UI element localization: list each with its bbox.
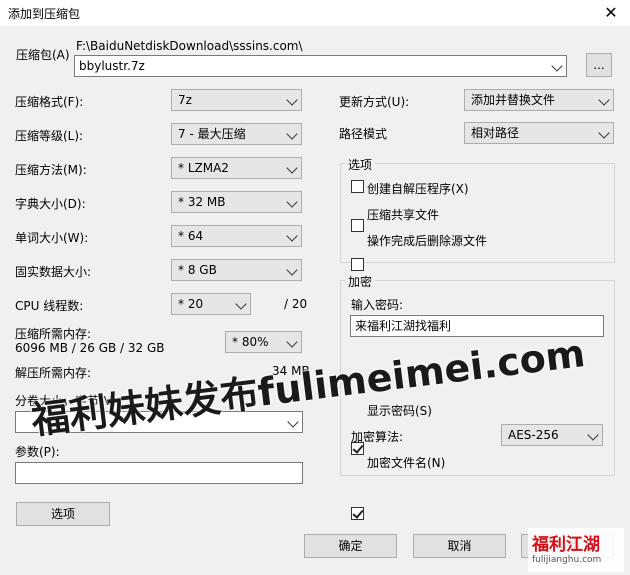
sfx-label: 创建自解压程序(X) [367,182,469,196]
show-password-label: 显示密码(S) [367,404,432,418]
method-label: 压缩方法(M): [15,163,87,177]
threads-label: CPU 线程数: [15,299,84,313]
encrypt-names-checkbox[interactable] [351,507,364,520]
archive-label: 压缩包(A) [16,48,70,62]
chevron-down-icon [551,60,563,72]
path-mode-select[interactable]: 相对路径 [464,122,614,144]
solid-label: 固实数据大小: [15,265,92,279]
word-select[interactable]: * 64 [171,225,302,247]
chevron-down-icon [286,336,298,348]
shared-checkbox[interactable] [351,219,364,232]
dict-select[interactable]: * 32 MB [171,191,302,213]
level-label: 压缩等级(L): [15,129,84,143]
chevron-down-icon [286,94,298,106]
browse-button[interactable]: ... [586,53,612,77]
path-mode-label: 路径模式 [339,127,388,141]
level-select[interactable]: 7 - 最大压缩 [171,123,302,145]
params-label: 参数(P): [15,445,60,459]
window-title: 添加到压缩包 [8,7,81,21]
chevron-down-icon [598,127,610,139]
delete-checkbox[interactable] [351,258,364,271]
brand-name: 福利江湖 [532,535,600,555]
algo-select[interactable]: AES-256 [501,424,603,446]
mem-compress-select[interactable]: * 80% [225,331,302,353]
archive-name-input[interactable]: bbylustr.7z [74,55,567,77]
params-input[interactable] [15,462,303,484]
sfx-checkbox[interactable] [351,180,364,193]
mem-compress-label: 压缩所需内存: [15,327,92,341]
dict-label: 字典大小(D): [15,197,86,211]
title-bar [0,0,630,26]
chevron-down-icon [587,429,599,441]
close-icon[interactable]: ✕ [600,3,622,23]
mem-decompress-label: 解压所需内存: [15,366,92,380]
threads-select[interactable]: * 20 [171,293,251,315]
word-label: 单词大小(W): [15,231,89,245]
chevron-down-icon [286,264,298,276]
algo-label: 加密算法: [351,430,404,444]
options-button[interactable]: 选项 [16,502,110,526]
chevron-down-icon [286,230,298,242]
encryption-group-title: 加密 [345,273,376,290]
ok-button[interactable]: 确定 [304,534,397,558]
chevron-down-icon [286,196,298,208]
update-mode-select[interactable]: 添加并替换文件 [464,89,614,111]
encrypt-names-label: 加密文件名(N) [367,456,446,470]
method-select[interactable]: * LZMA2 [171,157,302,179]
brand-url: fulijianghu.com [532,555,602,565]
chevron-down-icon [286,128,298,140]
update-mode-label: 更新方式(U): [339,95,410,109]
chevron-down-icon [598,94,610,106]
archive-path: F:\BaiduNetdiskDownload\sssins.com\ [76,39,303,53]
chevron-down-icon [286,162,298,174]
password-label: 输入密码: [351,298,404,312]
solid-select[interactable]: * 8 GB [171,259,302,281]
format-label: 压缩格式(F): [15,95,84,109]
options-group-title: 选项 [345,156,376,173]
delete-label: 操作完成后删除源文件 [367,234,488,248]
cancel-button[interactable]: 取消 [413,534,506,558]
chevron-down-icon [287,416,299,428]
shared-label: 压缩共享文件 [367,208,440,222]
mem-compress-detail: 6096 MB / 26 GB / 32 GB [15,341,165,355]
chevron-down-icon [235,298,247,310]
threads-max: / 20 [284,297,308,311]
format-select[interactable]: 7z [171,89,302,111]
